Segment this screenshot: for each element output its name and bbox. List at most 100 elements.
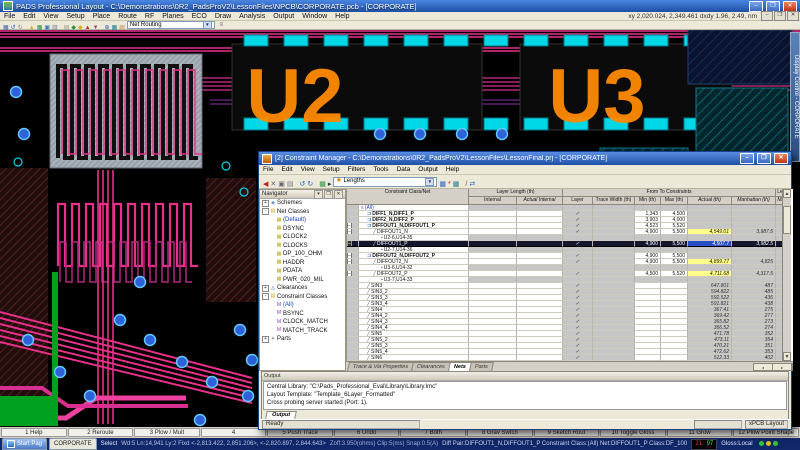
output-log[interactable]: Central Library: "C:\Pads_Professional_E…: [263, 381, 787, 410]
scheme-combo[interactable]: Net Routing ▼: [127, 21, 215, 29]
chevron-down-icon: ▼: [425, 178, 434, 186]
sync-icon[interactable]: ⇄: [468, 180, 476, 189]
grid-horizontal-scrollbar[interactable]: ◂▸: [753, 363, 793, 371]
counter-a: 21: [695, 441, 702, 447]
menu-help[interactable]: Help: [331, 13, 353, 20]
cm-toolbar: ◀✕▣▤↺↻▦▸ ✸ Lengths ▼ ▦*▦/⇄: [259, 175, 791, 189]
menu-window[interactable]: Window: [298, 13, 331, 20]
tree-item--default-[interactable]: ▦(Default): [260, 216, 345, 225]
tree-item-pwr_020_mil[interactable]: ▦PWR_020_MIL: [260, 276, 345, 285]
scroll-up-icon[interactable]: ▲: [783, 189, 791, 198]
menu-rf[interactable]: RF: [141, 13, 158, 20]
netclass-icon: ▦: [276, 252, 282, 257]
row-label: DIFF1_N,DIFF1_P: [372, 211, 414, 217]
tree-item-label: Net Classes: [277, 209, 309, 215]
tree-item-dsync[interactable]: ▦DSYNC: [260, 225, 345, 234]
main-window-title: PADS Professional Layout - C:\Demonstrat…: [16, 2, 746, 11]
navigator-close-icon[interactable]: ✕: [334, 190, 343, 199]
net-icon: ╱: [367, 295, 370, 301]
tree-item-clocks[interactable]: ▦CLOCKS: [260, 242, 345, 251]
tree-item-pdata[interactable]: ▦PDATA: [260, 267, 345, 276]
output-tab-strip: Output: [262, 410, 788, 419]
cm-close-button[interactable]: ✕: [774, 153, 788, 164]
function-key-button[interactable]: 2 Reroute: [68, 428, 134, 437]
header-corner: Constraint Class/Net: [347, 189, 469, 205]
grid-blue-icon[interactable]: ▦: [438, 180, 447, 189]
pointer-icon[interactable]: ▸: [327, 180, 333, 189]
copy-icon[interactable]: ▣: [277, 180, 286, 189]
tree-item-label: (Default): [283, 217, 306, 223]
paste-icon[interactable]: ▤: [286, 180, 295, 189]
tree-item-label: PWR_020_MIL: [283, 277, 324, 283]
scroll-down-icon[interactable]: ▼: [783, 352, 791, 361]
display-control-tab[interactable]: Display Control - CORPORATE: [790, 32, 800, 162]
menu-draw[interactable]: Draw: [211, 13, 235, 20]
tree-item-label: DSYNC: [283, 226, 304, 232]
tree-item-label: CLOCKS: [283, 243, 308, 249]
net-icon: ▪: [381, 277, 383, 283]
expand-icon[interactable]: +: [262, 336, 269, 343]
cclass-icon: M: [276, 303, 282, 308]
function-key-button[interactable]: 4: [201, 428, 267, 437]
tree-item-label: Clearances: [277, 285, 307, 291]
mdi-close-button[interactable]: ✕: [787, 11, 799, 21]
tree-item-clock_match[interactable]: MCLOCK_MATCH: [260, 318, 345, 327]
output-line: Cross probing server started (Port: 1).: [267, 399, 783, 407]
mdi-restore-button[interactable]: ❐: [774, 11, 786, 21]
status-leds: [757, 441, 778, 448]
menu-planes[interactable]: Planes: [158, 13, 187, 20]
tree-item-clearances[interactable]: +◬Clearances: [260, 284, 345, 293]
net-icon: ╱: [367, 337, 370, 343]
table-icon[interactable]: ▦: [318, 180, 327, 189]
navigator-float-icon[interactable]: ❐: [324, 190, 333, 199]
function-key-button[interactable]: 1 Help: [1, 428, 67, 437]
tree-item-match_track[interactable]: MMATCH_TRACK: [260, 327, 345, 336]
collapse-icon[interactable]: -: [262, 208, 269, 215]
application-window: PADS Professional Layout - C:\Demonstrat…: [0, 0, 800, 450]
tree-item-constraint-classes[interactable]: -▤Constraint Classes: [260, 293, 345, 302]
menu-output[interactable]: Output: [269, 13, 298, 20]
tree-item-clock2[interactable]: ▦CLOCK2: [260, 233, 345, 242]
doc-tab-start-pag[interactable]: Start Pag: [2, 438, 47, 450]
cm-minimize-button[interactable]: –: [740, 153, 754, 164]
view-combo[interactable]: ✸ Lengths ▼: [333, 177, 437, 187]
toolbar-more-icon[interactable]: ≡: [216, 20, 227, 30]
menu-eco[interactable]: ECO: [188, 13, 211, 20]
tree-item-net-classes[interactable]: -▤Net Classes: [260, 208, 345, 217]
menu-analysis[interactable]: Analysis: [235, 13, 269, 20]
tab-clearances[interactable]: Clearances: [411, 362, 451, 371]
cm-menu-tools[interactable]: Tools: [369, 166, 392, 173]
close-button[interactable]: ✕: [783, 1, 797, 12]
expand-icon[interactable]: +: [262, 200, 269, 207]
tree-item-schemes[interactable]: +◈Schemes: [260, 199, 345, 208]
tree-item-bsync[interactable]: MBSYNC: [260, 310, 345, 319]
tree-item--all-[interactable]: M(All): [260, 301, 345, 310]
redo-icon[interactable]: ↻: [306, 180, 314, 189]
expand-icon[interactable]: +: [262, 285, 269, 292]
tab-parts[interactable]: Parts: [469, 362, 494, 371]
tree-item-label: DP_100_OHM: [283, 251, 322, 257]
row-label: SIN3_3: [371, 295, 388, 301]
scroll-thumb[interactable]: [783, 206, 791, 234]
tree-item-haddr[interactable]: ▦HADDR: [260, 259, 345, 268]
tab-trace-via-properties[interactable]: Trace & Via Properties: [347, 362, 414, 371]
mdi-minimize-button[interactable]: –: [761, 11, 773, 21]
collapse-icon[interactable]: -: [262, 293, 269, 300]
cm-restore-button[interactable]: ❐: [757, 153, 771, 164]
row-label: DIFFOUT1_P: [377, 241, 408, 247]
header-col-4: Min (th): [635, 197, 661, 205]
doc-tab-corporate[interactable]: CORPORATE: [49, 438, 97, 450]
cm-menu-data[interactable]: Data: [393, 166, 415, 173]
output-tab[interactable]: Output: [265, 411, 297, 419]
net-icon: ▪: [381, 235, 383, 241]
tree-item-parts[interactable]: +✦Parts: [260, 335, 345, 344]
function-key-button[interactable]: 3 Plow / Mult: [134, 428, 200, 437]
navigator-pin-icon[interactable]: ▾: [314, 190, 323, 199]
grid-teal-icon[interactable]: ▦: [452, 180, 461, 189]
grid-vertical-scrollbar[interactable]: ▲ ▼: [782, 189, 791, 361]
restore-button[interactable]: ❐: [766, 1, 780, 12]
tree-item-dp_100_ohm[interactable]: ▦DP_100_OHM: [260, 250, 345, 259]
minimize-button[interactable]: –: [749, 1, 763, 12]
diff-pair-icon: ⇉: [367, 223, 371, 229]
cm-menu-filters[interactable]: Filters: [344, 166, 370, 173]
